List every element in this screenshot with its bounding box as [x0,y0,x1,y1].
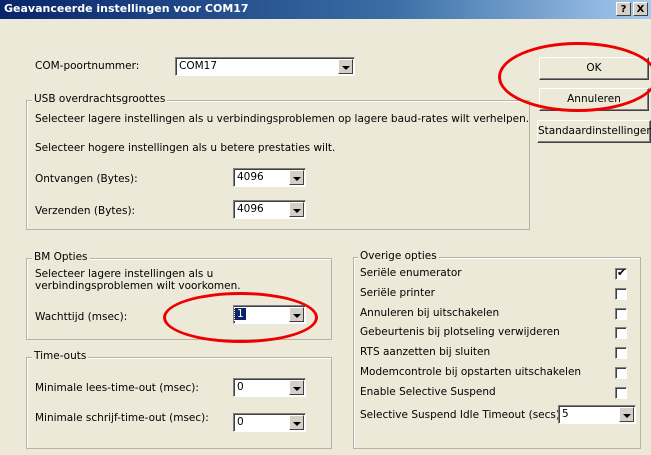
timeouts-group [26,357,332,449]
read-timeout-label: Minimale lees-time-out (msec): [35,382,199,394]
com-port-select[interactable]: COM17 [175,57,355,76]
latency-select[interactable]: 1 [233,305,306,324]
option-label: Enable Selective Suspend [360,386,496,398]
write-timeout-label: Minimale schrijf-time-out (msec): [35,412,209,424]
option-checkbox[interactable] [615,266,627,280]
option-checkbox[interactable] [615,347,627,359]
option-label: Annuleren bij uitschakelen [360,307,500,319]
usb-desc-2: Selecteer hogere instellingen als u bete… [35,142,336,154]
write-timeout-select[interactable]: 0 [233,413,306,432]
receive-value: 4096 [237,171,264,183]
send-select[interactable]: 4096 [233,200,306,219]
bm-legend: BM Opties [32,251,90,263]
option-checkbox[interactable] [615,308,627,320]
other-legend: Overige opties [358,250,439,262]
chevron-down-icon[interactable] [619,407,634,422]
receive-label: Ontvangen (Bytes): [35,173,138,185]
option-label: Gebeurtenis bij plotseling verwijderen [360,326,560,338]
com-port-label: COM-poortnummer: [35,60,140,72]
com-port-value: COM17 [179,60,218,72]
usb-desc-1: Selecteer lagere instellingen als u verb… [35,113,530,125]
idle-timeout-label: Selective Suspend Idle Timeout (secs): [360,409,564,421]
latency-value: 1 [234,307,247,321]
send-label: Verzenden (Bytes): [35,205,136,217]
ok-button[interactable]: OK [539,57,649,80]
option-checkbox[interactable] [615,288,627,300]
option-checkbox[interactable] [615,327,627,339]
idle-timeout-select[interactable]: 5 [558,405,636,424]
option-checkbox[interactable] [615,367,627,379]
chevron-down-icon[interactable] [338,59,353,74]
help-button[interactable]: ? [616,2,631,16]
option-label: Seriële enumerator [360,267,462,279]
idle-timeout-value: 5 [562,408,569,420]
read-timeout-value: 0 [237,381,244,393]
option-label: Seriële printer [360,287,435,299]
receive-select[interactable]: 4096 [233,168,306,187]
close-button[interactable]: X [633,2,648,16]
chevron-down-icon[interactable] [289,415,304,430]
chevron-down-icon[interactable] [289,380,304,395]
latency-label: Wachttijd (msec): [35,311,128,323]
timeouts-legend: Time-outs [32,350,89,362]
write-timeout-value: 0 [237,416,244,428]
cancel-button[interactable]: Annuleren [539,88,649,111]
defaults-button[interactable]: Standaardinstellingen [537,120,651,143]
bm-desc: Selecteer lagere instellingen als u verb… [35,268,241,292]
chevron-down-icon[interactable] [289,307,304,322]
chevron-down-icon[interactable] [289,170,304,185]
option-checkbox[interactable] [615,387,627,399]
usb-legend: USB overdrachtsgroottes [32,93,168,105]
option-label: Modemcontrole bij opstarten uitschakelen [360,366,582,378]
chevron-down-icon[interactable] [289,202,304,217]
option-label: RTS aanzetten bij sluiten [360,346,491,358]
read-timeout-select[interactable]: 0 [233,378,306,397]
send-value: 4096 [237,203,264,215]
window-title: Geavanceerde instellingen voor COM17 [4,2,249,15]
